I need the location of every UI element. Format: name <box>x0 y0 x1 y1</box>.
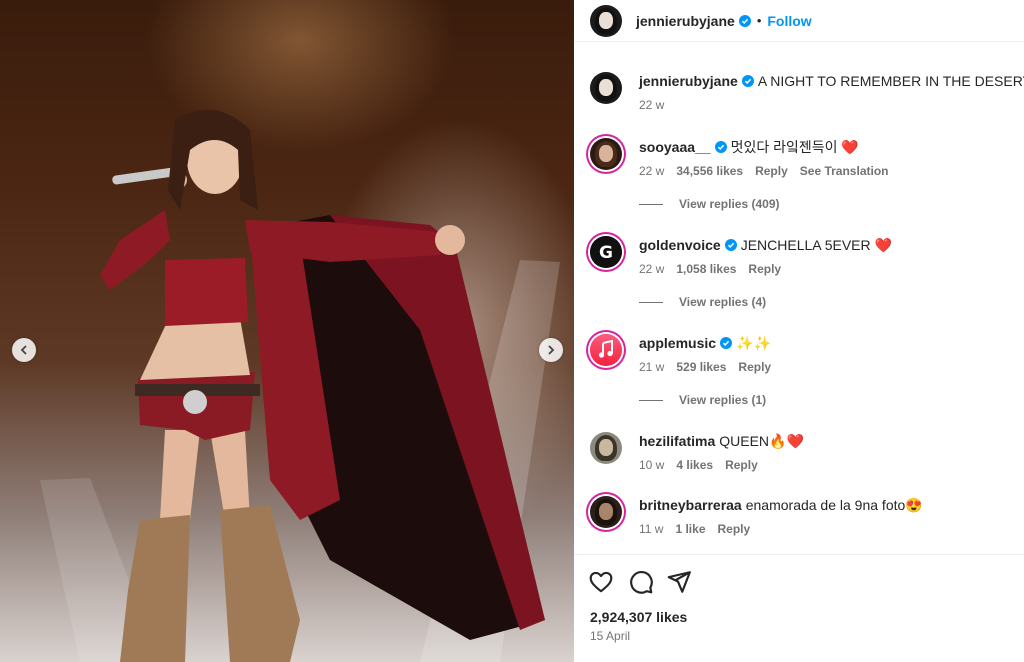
commenter-username[interactable]: hezilifatima <box>639 433 715 449</box>
comment-likes[interactable]: 1 like <box>675 522 705 536</box>
author-avatar[interactable] <box>590 72 622 104</box>
comments-list[interactable]: jennierubyjane A NIGHT TO REMEMBER IN THE… <box>574 42 1024 554</box>
previous-photo-button[interactable] <box>12 338 36 362</box>
next-photo-button[interactable] <box>539 338 563 362</box>
divider <box>639 203 663 205</box>
commenter-avatar[interactable] <box>590 138 622 170</box>
verified-badge-icon <box>741 75 754 87</box>
caption-time[interactable]: 22 w <box>639 98 664 112</box>
post-header: jennierubyjane • Follow <box>574 0 1024 42</box>
chevron-left-icon <box>20 345 27 355</box>
reply-button[interactable]: Reply <box>738 360 771 374</box>
like-button[interactable] <box>588 569 614 595</box>
commenter-username[interactable]: applemusic <box>639 335 716 351</box>
author-username[interactable]: jennierubyjane <box>636 13 735 29</box>
post-like-count[interactable]: 2,924,307 likes <box>590 609 687 625</box>
post-date[interactable]: 15 April <box>590 629 630 643</box>
reply-button[interactable]: Reply <box>755 164 788 178</box>
verified-badge-icon <box>720 337 733 349</box>
comment-likes[interactable]: 4 likes <box>676 458 713 472</box>
commenter-avatar[interactable] <box>590 496 622 528</box>
verified-badge-icon <box>738 14 751 27</box>
comment-text: enamorada de la 9na foto😍 <box>745 497 923 513</box>
view-replies-button[interactable]: View replies (4) <box>639 295 766 309</box>
post-actions-bar: 2,924,307 likes 15 April <box>574 554 1024 662</box>
follow-button[interactable]: Follow <box>767 13 811 29</box>
commenter-avatar[interactable] <box>590 334 622 366</box>
reply-button[interactable]: Reply <box>748 262 781 276</box>
comment-time[interactable]: 10 w <box>639 458 664 472</box>
comment-text: JENCHELLA 5EVER ❤️ <box>740 237 892 253</box>
reply-button[interactable]: Reply <box>718 522 751 536</box>
view-replies-label: View replies (4) <box>679 295 767 309</box>
comment-text: QUEEN🔥❤️ <box>719 433 804 449</box>
caption-text: A NIGHT TO REMEMBER IN THE DESERT <box>757 73 1024 89</box>
post-media[interactable] <box>0 0 574 662</box>
view-replies-button[interactable]: View replies (409) <box>639 197 780 211</box>
comment-time[interactable]: 22 w <box>639 262 664 276</box>
commenter-avatar[interactable] <box>590 432 622 464</box>
caption-username[interactable]: jennierubyjane <box>639 73 738 89</box>
verified-badge-icon <box>714 141 727 153</box>
comment-likes[interactable]: 529 likes <box>676 360 726 374</box>
post-details-panel: jennierubyjane • Follow jennierubyjane A … <box>574 0 1024 662</box>
share-icon <box>667 571 691 593</box>
comment-text: 멋있다 라잌젠득이 ❤️ <box>730 139 859 155</box>
reply-button[interactable]: Reply <box>725 458 758 472</box>
commenter-username[interactable]: goldenvoice <box>639 237 721 253</box>
chevron-right-icon <box>548 345 555 355</box>
divider <box>639 399 663 401</box>
see-translation-button[interactable]: See Translation <box>800 164 889 178</box>
comment-time[interactable]: 21 w <box>639 360 664 374</box>
comment-text: ✨✨ <box>736 335 771 351</box>
commenter-username[interactable]: britneybarreraa <box>639 497 742 513</box>
comment-time[interactable]: 11 w <box>639 522 663 536</box>
divider <box>639 301 663 303</box>
view-replies-button[interactable]: View replies (1) <box>639 393 766 407</box>
author-avatar[interactable] <box>590 4 622 37</box>
separator-dot: • <box>756 13 762 28</box>
comment-likes[interactable]: 34,556 likes <box>676 164 743 178</box>
view-replies-label: View replies (409) <box>679 197 780 211</box>
heart-icon <box>589 571 613 593</box>
commenter-avatar[interactable]: G <box>590 236 622 268</box>
verified-badge-icon <box>724 239 737 251</box>
view-replies-label: View replies (1) <box>679 393 767 407</box>
svg-text:G: G <box>599 243 613 263</box>
share-button[interactable] <box>666 569 692 595</box>
comment-icon <box>630 571 653 594</box>
comment-likes[interactable]: 1,058 likes <box>676 262 736 276</box>
commenter-username[interactable]: sooyaaa__ <box>639 139 711 155</box>
comment-time[interactable]: 22 w <box>639 164 664 178</box>
post-photo <box>40 109 560 662</box>
comment-button[interactable] <box>628 569 654 595</box>
